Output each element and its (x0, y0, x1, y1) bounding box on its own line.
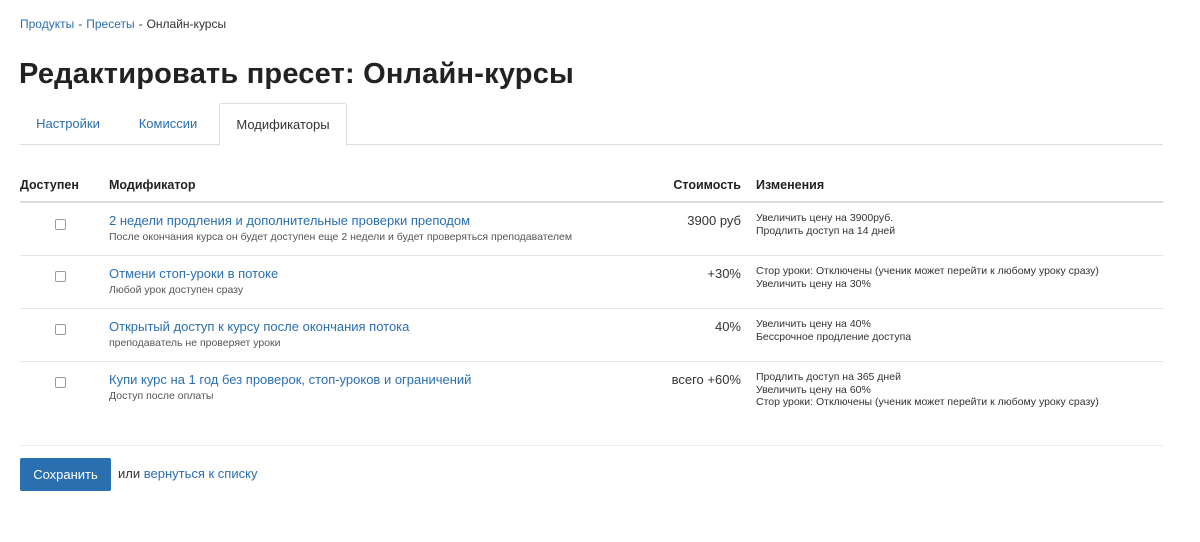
available-checkbox[interactable] (55, 377, 66, 388)
tab-modifiers[interactable]: Модификаторы (219, 103, 347, 146)
modifier-changes: Увеличить цену на 3900руб. Продлить дост… (756, 212, 895, 237)
change-line: Увеличить цену на 3900руб. (756, 212, 894, 224)
header-changes: Изменения (756, 178, 825, 192)
modifier-changes: Увеличить цену на 40% Бессрочное продлен… (756, 318, 911, 343)
change-line: Бессрочное продление доступа (756, 330, 912, 343)
header-available: Доступен (20, 178, 79, 192)
modifier-title-link[interactable]: Открытый доступ к курсу после окончания … (109, 319, 409, 334)
or-label: или (118, 466, 141, 481)
change-line: Стор уроки: Отключены (ученик может пере… (756, 265, 1099, 277)
change-line: Увеличить цену на 30% (756, 277, 871, 290)
table-row: Открытый доступ к курсу после окончания … (20, 309, 1163, 362)
header-cost: Стоимость (673, 178, 741, 192)
change-line: Увеличить цену на 40% (756, 318, 871, 330)
modifier-title-link[interactable]: Отмени стоп-уроки в потоке (109, 266, 278, 281)
page-title: Редактировать пресет: Онлайн-курсы (19, 58, 574, 90)
breadcrumb: Продукты - Пресеты - Онлайн-курсы (20, 17, 226, 31)
modifier-description: Доступ после оплаты (109, 390, 214, 402)
table-header: Доступен Модификатор Стоимость Изменения (20, 165, 1163, 203)
modifiers-table: Доступен Модификатор Стоимость Изменения… (20, 165, 1163, 442)
tab-settings[interactable]: Настройки (26, 103, 110, 145)
breadcrumb-link-products[interactable]: Продукты (20, 17, 74, 31)
table-row: 2 недели продления и дополнительные пров… (20, 203, 1163, 256)
header-modifier: Модификатор (109, 178, 196, 192)
modifier-description: преподаватель не проверяет уроки (109, 337, 281, 349)
modifier-changes: Продлить доступ на 365 дней Увеличить це… (756, 371, 1099, 409)
modifier-title-link[interactable]: Купи курс на 1 год без проверок, стоп-ур… (109, 372, 471, 387)
modifier-description: Любой урок доступен сразу (109, 284, 244, 296)
breadcrumb-current: Онлайн-курсы (146, 17, 227, 31)
modifier-cost: 3900 руб (687, 213, 741, 228)
modifier-title-link[interactable]: 2 недели продления и дополнительные пров… (109, 213, 470, 228)
available-checkbox[interactable] (55, 271, 66, 282)
back-to-list-text: или вернуться к списку (118, 466, 257, 481)
available-checkbox[interactable] (55, 219, 66, 230)
table-row: Купи курс на 1 год без проверок, стоп-ур… (20, 362, 1163, 442)
change-line: Стор уроки: Отключены (ученик может пере… (756, 396, 1099, 408)
modifier-cost: всего +60% (671, 372, 741, 387)
available-checkbox[interactable] (55, 324, 66, 335)
table-row: Отмени стоп-уроки в потоке Любой урок до… (20, 256, 1163, 309)
tab-bar: Настройки Комиссии Модификаторы (20, 103, 1163, 146)
change-line: Увеличить цену на 60% (756, 383, 871, 396)
change-line: Продлить доступ на 365 дней (756, 371, 901, 383)
breadcrumb-separator: - (138, 17, 143, 31)
breadcrumb-separator: - (78, 17, 83, 31)
modifier-description: После окончания курса он будет доступен … (109, 231, 573, 243)
modifier-cost: 40% (714, 319, 741, 334)
tab-commissions[interactable]: Комиссии (127, 103, 209, 145)
modifier-cost: +30% (707, 266, 741, 281)
modifier-changes: Стор уроки: Отключены (ученик может пере… (756, 265, 1099, 290)
divider (20, 445, 1163, 446)
breadcrumb-link-presets[interactable]: Пресеты (86, 17, 134, 31)
change-line: Продлить доступ на 14 дней (756, 224, 896, 237)
back-to-list-link[interactable]: вернуться к списку (144, 466, 258, 481)
save-button[interactable]: Сохранить (20, 458, 111, 491)
